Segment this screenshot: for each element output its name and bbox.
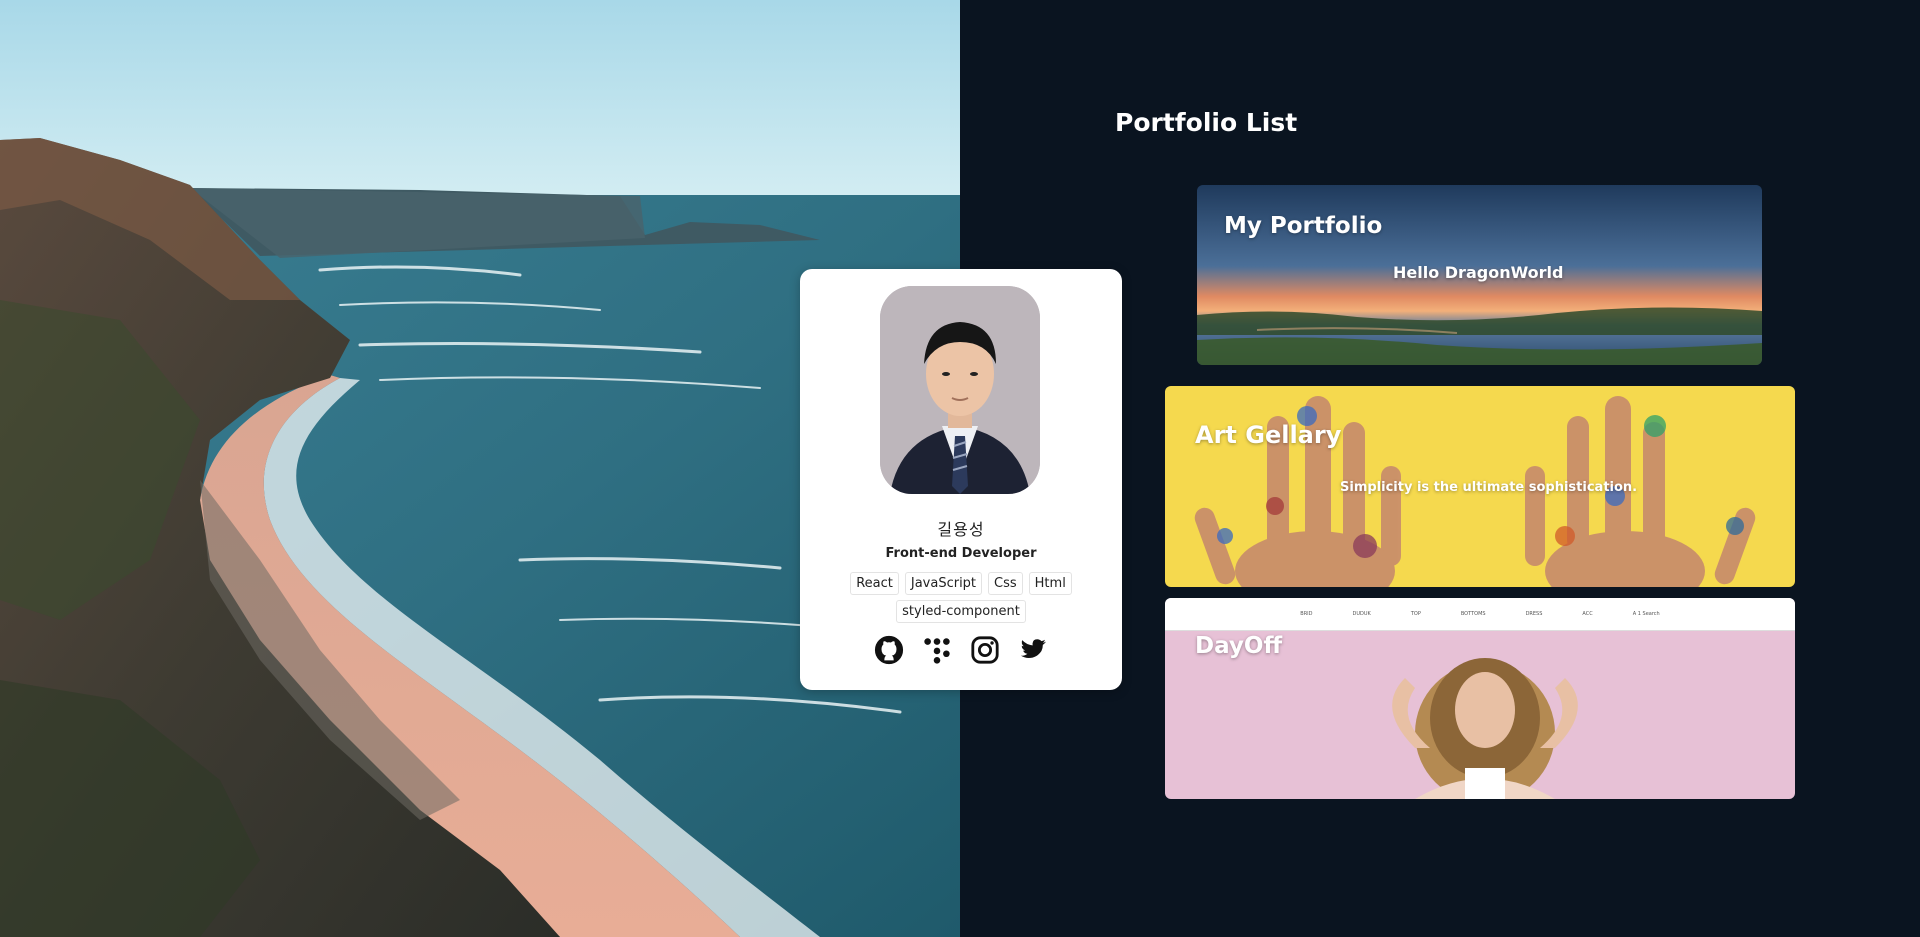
- avatar: [880, 286, 1040, 494]
- twitter-link[interactable]: [1017, 634, 1049, 666]
- skill-tag: React: [850, 572, 899, 595]
- social-links: [800, 634, 1122, 666]
- portfolio-tile-art-gellary[interactable]: Art Gellary Simplicity is the ultimate s…: [1165, 386, 1795, 587]
- nav-item[interactable]: BRID: [1300, 611, 1312, 617]
- tile-title: My Portfolio: [1224, 213, 1383, 239]
- skill-tag: JavaScript: [904, 572, 983, 595]
- portfolio-tile-my-portfolio[interactable]: My Portfolio Hello DragonWorld: [1197, 185, 1762, 365]
- nav-item[interactable]: BOTTOMS: [1461, 611, 1486, 617]
- profile-role: Front-end Developer: [885, 546, 1037, 561]
- twitter-icon: [1020, 639, 1047, 658]
- nav-item[interactable]: DRESS: [1526, 611, 1543, 617]
- skill-tags: React JavaScript Css Html styled-compone…: [820, 572, 1102, 623]
- skill-tag: styled-component: [896, 600, 1026, 623]
- tile-subtitle: Simplicity is the ultimate sophisticatio…: [1340, 480, 1638, 495]
- tile-title: Art Gellary: [1195, 421, 1342, 449]
- profile-card: 길용성 Front-end Developer React JavaScript…: [800, 269, 1122, 690]
- profile-name: 길용성: [937, 520, 985, 539]
- tistory-link[interactable]: [921, 634, 953, 666]
- page: Portfolio List My Portfolio Hello Dragon…: [0, 0, 1920, 937]
- portfolio-tile-dayoff[interactable]: BRID DUDUK TOP BOTTOMS DRESS ACC A 1 Sea…: [1165, 598, 1795, 799]
- nav-item[interactable]: TOP: [1411, 611, 1421, 617]
- instagram-icon: [971, 636, 999, 664]
- tile-subtitle: Hello DragonWorld: [1393, 263, 1564, 282]
- profile-photo: [880, 286, 1040, 494]
- nav-item[interactable]: ACC: [1582, 611, 1592, 617]
- tistory-icon: [924, 638, 950, 664]
- skill-tag: Css: [988, 572, 1023, 595]
- nav-item[interactable]: A 1 Search: [1633, 611, 1660, 617]
- portfolio-list-heading: Portfolio List: [1115, 108, 1298, 137]
- github-link[interactable]: [873, 634, 905, 666]
- skill-tag: Html: [1028, 572, 1072, 595]
- dayoff-nav-bar: BRID DUDUK TOP BOTTOMS DRESS ACC A 1 Sea…: [1165, 598, 1795, 631]
- github-icon: [874, 635, 904, 665]
- nav-item[interactable]: DUDUK: [1353, 611, 1371, 617]
- instagram-link[interactable]: [969, 634, 1001, 666]
- tile-title: DayOff: [1195, 633, 1283, 659]
